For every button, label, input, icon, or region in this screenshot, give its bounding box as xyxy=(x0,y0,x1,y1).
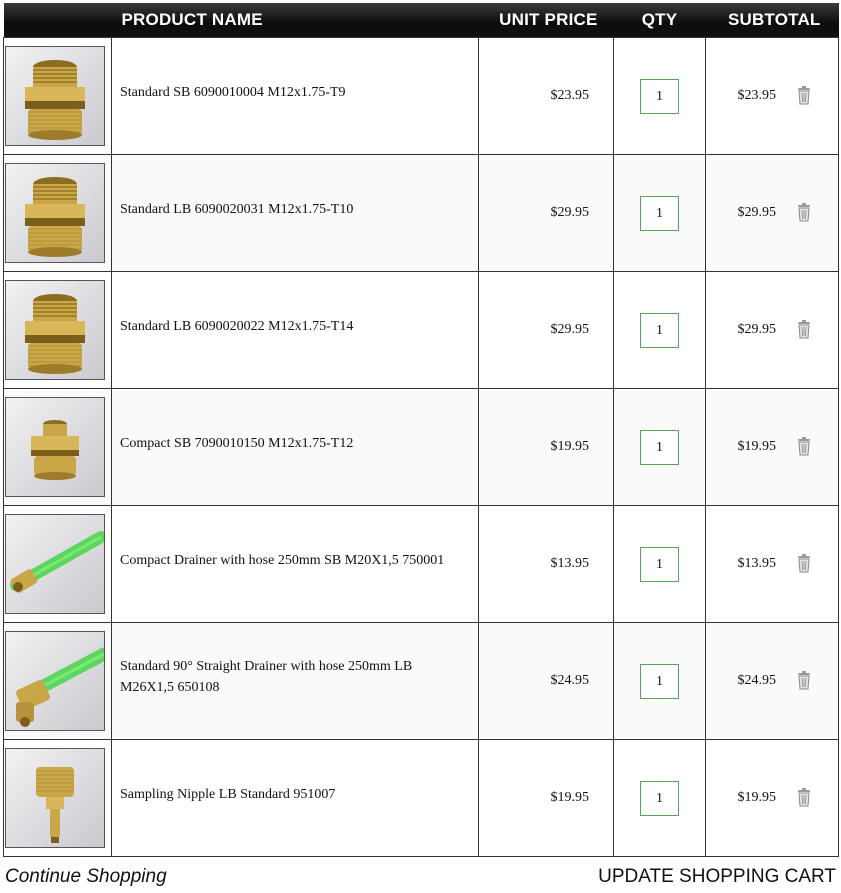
subtotal-value: $29.95 xyxy=(737,322,777,337)
unit-price: $29.95 xyxy=(478,271,615,389)
qty-input[interactable]: 1 xyxy=(640,78,680,114)
cart-item-row: Compact Drainer with hose 250mm SB M20X1… xyxy=(3,505,840,623)
product-image-cell xyxy=(3,739,112,857)
product-thumbnail[interactable] xyxy=(5,163,105,263)
product-name-cell: Standard LB 6090020022 M12x1.75-T14 xyxy=(110,271,480,389)
subtotal-cell: $19.95 xyxy=(705,388,840,506)
qty-cell: 1 xyxy=(613,622,707,740)
subtotal-value: $29.95 xyxy=(737,205,777,220)
header-unit-price: UNIT PRICE xyxy=(478,3,614,38)
subtotal-cell: $13.95 xyxy=(705,505,840,623)
trash-icon[interactable] xyxy=(797,85,811,105)
trash-icon[interactable] xyxy=(797,553,811,573)
brass-fitting-tall-icon xyxy=(25,60,85,140)
cart-item-row: Sampling Nipple LB Standard 951007 $19.9… xyxy=(3,739,840,857)
product-thumbnail[interactable] xyxy=(5,280,105,380)
header-qty: QTY xyxy=(613,3,706,38)
unit-price: $19.95 xyxy=(478,388,615,506)
product-name-cell: Standard SB 6090010004 M12x1.75-T9 xyxy=(110,37,480,155)
subtotal-value: $24.95 xyxy=(737,673,777,688)
unit-price: $24.95 xyxy=(478,622,615,740)
brass-fitting-tall-icon xyxy=(25,177,85,257)
product-image-cell xyxy=(3,622,112,740)
brass-nipple-icon xyxy=(36,767,74,843)
subtotal-cell: $29.95 xyxy=(705,154,840,272)
unit-price: $13.95 xyxy=(478,505,615,623)
header-product-name: PRODUCT NAME xyxy=(3,3,479,38)
cart-header-row: PRODUCT NAME UNIT PRICE QTY SUBTOTAL xyxy=(3,3,839,38)
product-thumbnail[interactable] xyxy=(5,514,105,614)
subtotal-value: $19.95 xyxy=(737,439,777,454)
product-name[interactable]: Compact Drainer with hose 250mm SB M20X1… xyxy=(120,550,464,571)
trash-icon[interactable] xyxy=(797,670,811,690)
product-image-cell xyxy=(3,271,112,389)
product-image-cell xyxy=(3,154,112,272)
cart-item-row: Standard LB 6090020031 M12x1.75-T10 $29.… xyxy=(3,154,840,272)
qty-cell: 1 xyxy=(613,154,707,272)
header-subtotal: SUBTOTAL xyxy=(705,3,839,38)
qty-cell: 1 xyxy=(613,739,707,857)
qty-cell: 1 xyxy=(613,388,707,506)
subtotal-cell: $29.95 xyxy=(705,271,840,389)
brass-fitting-tall-icon xyxy=(25,294,85,374)
qty-input[interactable]: 1 xyxy=(640,312,680,348)
cart-item-row: Standard 90° Straight Drainer with hose … xyxy=(3,622,840,740)
qty-cell: 1 xyxy=(613,271,707,389)
product-name-cell: Compact SB 7090010150 M12x1.75-T12 xyxy=(110,388,480,506)
trash-icon[interactable] xyxy=(797,319,811,339)
product-name-cell: Standard 90° Straight Drainer with hose … xyxy=(110,622,480,740)
trash-icon[interactable] xyxy=(797,787,811,807)
product-thumbnail[interactable] xyxy=(5,748,105,848)
unit-price: $29.95 xyxy=(478,154,615,272)
product-image-cell xyxy=(3,388,112,506)
subtotal-cell: $23.95 xyxy=(705,37,840,155)
product-image-cell xyxy=(3,37,112,155)
brass-fitting-compact-icon xyxy=(31,420,79,480)
subtotal-cell: $19.95 xyxy=(705,739,840,857)
product-thumbnail[interactable] xyxy=(5,397,105,497)
qty-input[interactable]: 1 xyxy=(640,429,680,465)
product-name-cell: Standard LB 6090020031 M12x1.75-T10 xyxy=(110,154,480,272)
qty-input[interactable]: 1 xyxy=(640,195,680,231)
subtotal-value: $13.95 xyxy=(737,556,777,571)
update-cart-button[interactable]: UPDATE SHOPPING CART xyxy=(598,866,836,888)
qty-input[interactable]: 1 xyxy=(640,780,680,816)
unit-price: $23.95 xyxy=(478,37,615,155)
qty-input[interactable]: 1 xyxy=(640,663,680,699)
unit-price: $19.95 xyxy=(478,739,615,857)
green-hose-drainer-icon xyxy=(10,531,104,593)
product-name[interactable]: Compact SB 7090010150 M12x1.75-T12 xyxy=(120,433,464,454)
cart-item-row: Compact SB 7090010150 M12x1.75-T12 $19.9… xyxy=(3,388,840,506)
product-name[interactable]: Standard 90° Straight Drainer with hose … xyxy=(120,656,464,698)
qty-cell: 1 xyxy=(613,37,707,155)
green-hose-elbow-icon xyxy=(16,647,104,727)
qty-cell: 1 xyxy=(613,505,707,623)
continue-shopping-link[interactable]: Continue Shopping xyxy=(5,866,167,888)
product-thumbnail[interactable] xyxy=(5,631,105,731)
qty-input[interactable]: 1 xyxy=(640,546,680,582)
product-name[interactable]: Sampling Nipple LB Standard 951007 xyxy=(120,784,464,805)
product-name[interactable]: Standard LB 6090020031 M12x1.75-T10 xyxy=(120,199,464,220)
product-name[interactable]: Standard LB 6090020022 M12x1.75-T14 xyxy=(120,316,464,337)
product-image-cell xyxy=(3,505,112,623)
cart-item-row: Standard SB 6090010004 M12x1.75-T9 $23.9… xyxy=(3,37,840,155)
cart-item-row: Standard LB 6090020022 M12x1.75-T14 $29.… xyxy=(3,271,840,389)
subtotal-value: $19.95 xyxy=(737,790,777,805)
cart-table: PRODUCT NAME UNIT PRICE QTY SUBTOTAL Sta… xyxy=(3,3,840,857)
trash-icon[interactable] xyxy=(797,202,811,222)
subtotal-cell: $24.95 xyxy=(705,622,840,740)
product-name-cell: Sampling Nipple LB Standard 951007 xyxy=(110,739,480,857)
subtotal-value: $23.95 xyxy=(737,88,777,103)
trash-icon[interactable] xyxy=(797,436,811,456)
product-name[interactable]: Standard SB 6090010004 M12x1.75-T9 xyxy=(120,82,464,103)
product-thumbnail[interactable] xyxy=(5,46,105,146)
product-name-cell: Compact Drainer with hose 250mm SB M20X1… xyxy=(110,505,480,623)
